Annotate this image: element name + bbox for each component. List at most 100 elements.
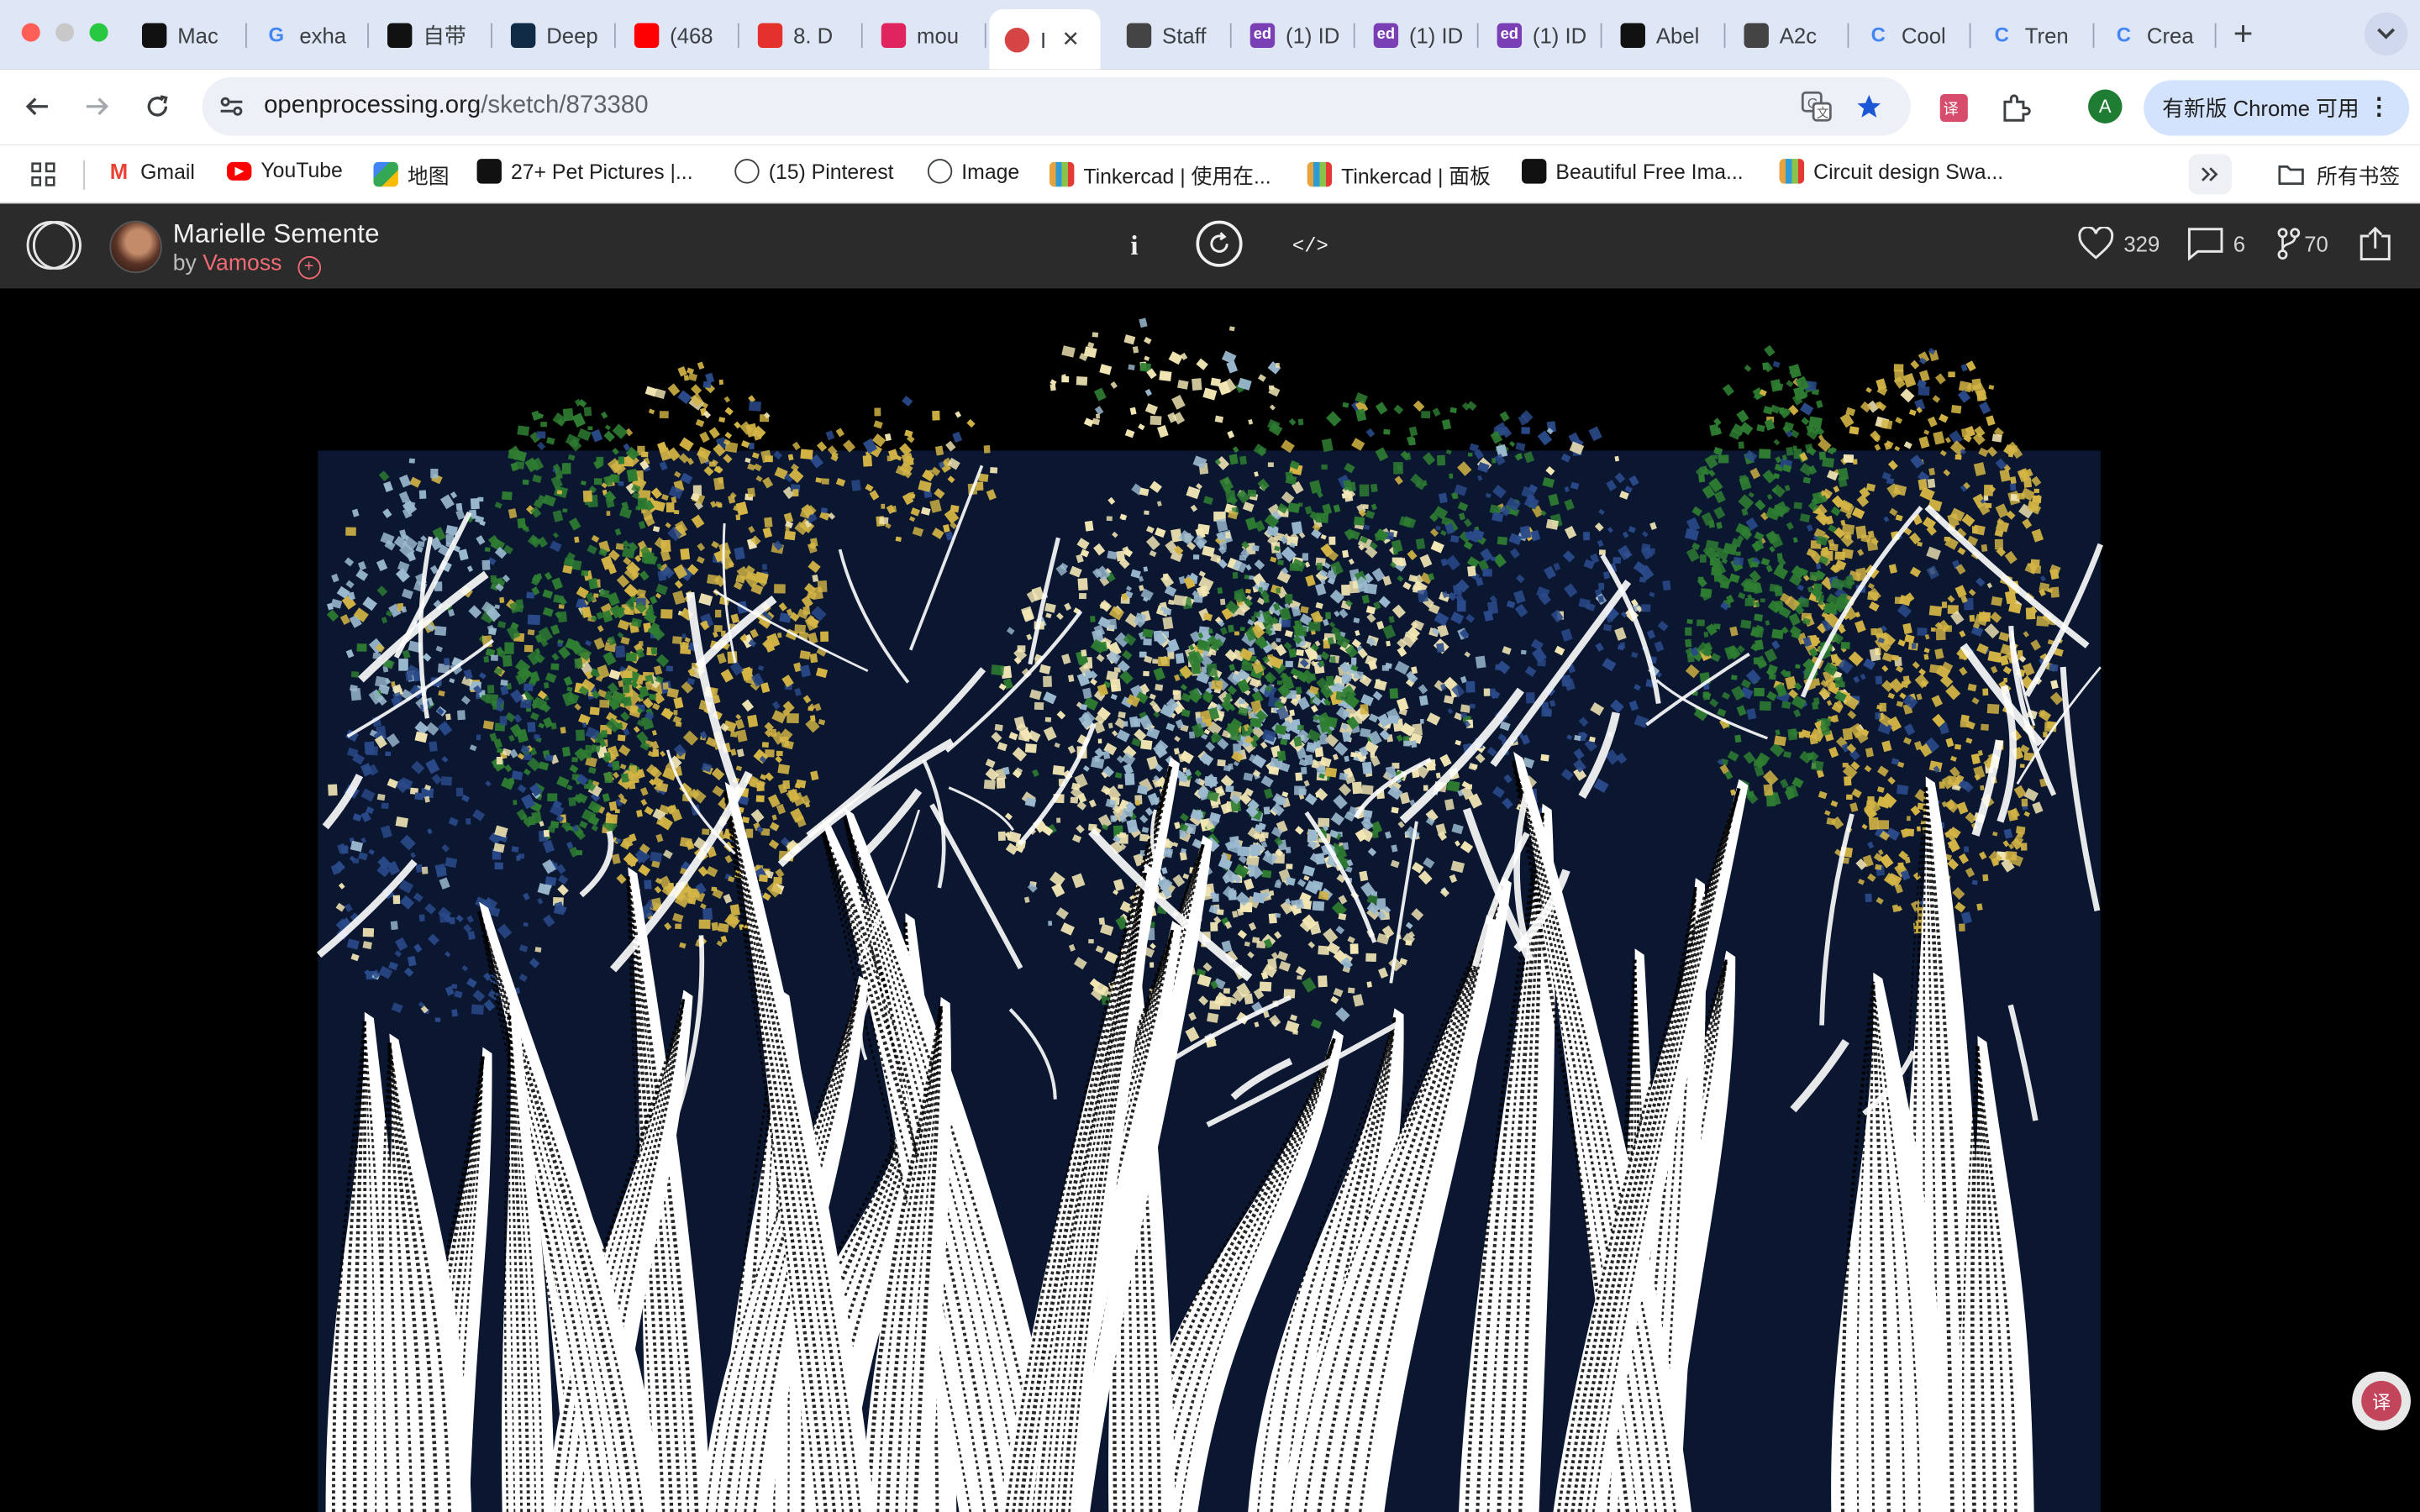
- bookmark-item[interactable]: (15) Pinterest: [734, 159, 894, 184]
- leaf-mark: [1685, 627, 1692, 636]
- leaf-mark: [1935, 627, 1946, 641]
- leaf-mark: [1895, 417, 1903, 424]
- leaf-mark: [718, 379, 723, 386]
- replay-button[interactable]: [1196, 220, 1243, 267]
- leaf-mark: [1139, 833, 1150, 842]
- leaf-mark: [596, 456, 604, 466]
- bookmark-item[interactable]: Image: [927, 159, 1019, 184]
- floating-translate-button[interactable]: 译: [2352, 1371, 2411, 1431]
- bookmark-item[interactable]: Tinkercad | 面板: [1307, 159, 1491, 190]
- browser-tab[interactable]: Mac: [136, 13, 247, 57]
- back-button[interactable]: [18, 88, 55, 125]
- leaf-mark: [809, 653, 818, 664]
- bookmark-item[interactable]: ▶ YouTube: [227, 159, 343, 182]
- close-tab-icon[interactable]: ✕: [1061, 26, 1080, 52]
- bookmark-item[interactable]: 27+ Pet Pictures |...: [476, 159, 693, 184]
- info-button[interactable]: i: [1120, 225, 1148, 265]
- bookmark-item[interactable]: Beautiful Free Ima...: [1522, 159, 1744, 184]
- tab-search-button[interactable]: [2364, 12, 2408, 56]
- bookmark-item[interactable]: 地图: [373, 159, 449, 190]
- shield-icon: [1744, 22, 1769, 48]
- author-avatar[interactable]: [109, 220, 162, 274]
- browser-tab[interactable]: mou: [875, 13, 986, 57]
- browser-tab[interactable]: C Crea: [2105, 13, 2217, 57]
- leaf-mark: [1251, 544, 1260, 552]
- more-bookmarks-button[interactable]: [2188, 154, 2232, 195]
- close-window-button[interactable]: [21, 23, 40, 42]
- browser-tab[interactable]: (468: [629, 13, 739, 57]
- browser-tab[interactable]: Gexha: [258, 13, 369, 57]
- sketch-canvas[interactable]: 译: [0, 288, 2420, 1512]
- apps-button[interactable]: [31, 162, 55, 186]
- leaf-mark: [1697, 619, 1705, 627]
- browser-tab[interactable]: I ✕: [989, 9, 1101, 70]
- url-text[interactable]: openprocessing.org/sketch/873380: [264, 92, 648, 120]
- maximize-window-button[interactable]: [89, 23, 108, 42]
- leaf-mark: [1159, 370, 1172, 381]
- share-button[interactable]: [2359, 227, 2402, 261]
- bookmark-item[interactable]: Circuit design Swa...: [1779, 159, 2003, 184]
- site-info-button[interactable]: [212, 87, 252, 127]
- translate-page-button[interactable]: G文: [1800, 90, 1833, 123]
- leaf-mark: [708, 427, 720, 439]
- like-button[interactable]: 329: [2077, 227, 2160, 260]
- browser-tab[interactable]: C Tren: [1983, 13, 2095, 57]
- follow-plus-icon[interactable]: +: [297, 255, 321, 280]
- extensions-button[interactable]: [1997, 90, 2034, 127]
- tab-title: Tren: [2024, 22, 2069, 48]
- leaf-mark: [1736, 409, 1749, 423]
- chrome-update-button[interactable]: 有新版 Chrome 可用 ⋮: [2144, 80, 2410, 136]
- leaf-mark: [683, 375, 689, 381]
- leaf-mark: [518, 853, 525, 859]
- comments-button[interactable]: 6: [2187, 227, 2245, 261]
- translate-extension-button[interactable]: 译: [1935, 90, 1972, 127]
- leaf-mark: [1754, 687, 1765, 697]
- leaf-mark: [1092, 332, 1099, 338]
- leaf-mark: [812, 586, 823, 600]
- all-bookmarks-button[interactable]: 所有书签: [2278, 159, 2400, 190]
- leaf-mark: [1588, 426, 1602, 442]
- bookmark-star-button[interactable]: [1852, 90, 1886, 123]
- browser-tab[interactable]: 自带: [381, 13, 492, 57]
- leaf-mark: [1834, 551, 1846, 560]
- address-bar[interactable]: openprocessing.org/sketch/873380 G文: [202, 76, 1911, 136]
- leaf-mark: [1349, 943, 1359, 954]
- generative-artwork[interactable]: [0, 288, 2420, 1512]
- forks-button[interactable]: 70: [2276, 227, 2328, 260]
- browser-tab[interactable]: Abel: [1614, 13, 1726, 57]
- browser-tab[interactable]: ed (1) ID: [1367, 13, 1479, 57]
- leaf-mark: [1795, 664, 1801, 669]
- leaf-mark: [673, 710, 678, 716]
- bookmark-item[interactable]: Tinkercad | 使用在...: [1049, 159, 1271, 190]
- leaf-mark: [1286, 864, 1293, 869]
- profile-avatar[interactable]: A: [2088, 89, 2123, 123]
- minimize-window-button[interactable]: [55, 23, 75, 42]
- browser-tab[interactable]: Deep: [505, 13, 616, 57]
- leaf-mark: [641, 451, 649, 458]
- browser-tab[interactable]: C Cool: [1860, 13, 1971, 57]
- leaf-mark: [1467, 453, 1473, 457]
- leaf-mark: [662, 682, 669, 690]
- reload-button[interactable]: [139, 88, 176, 125]
- leaf-mark: [562, 508, 568, 513]
- author-link[interactable]: Vamoss: [203, 251, 281, 276]
- leaf-mark: [686, 367, 695, 375]
- browser-tab[interactable]: A2c: [1738, 13, 1849, 57]
- browser-tab[interactable]: 8. D: [751, 13, 863, 57]
- bookmark-item[interactable]: M Gmail: [107, 159, 195, 183]
- leaf-mark: [1735, 551, 1741, 556]
- leaf-mark: [440, 776, 453, 786]
- leaf-mark: [1865, 386, 1872, 394]
- browser-tab[interactable]: ed (1) ID: [1244, 13, 1355, 57]
- leaf-mark: [1155, 684, 1164, 691]
- browser-tab[interactable]: Staff: [1120, 13, 1232, 57]
- browser-tab[interactable]: ed (1) ID: [1491, 13, 1602, 57]
- leaf-mark: [1520, 649, 1527, 655]
- code-button[interactable]: </>: [1291, 225, 1331, 265]
- openprocessing-logo-icon[interactable]: [24, 218, 83, 273]
- new-tab-button[interactable]: +: [2233, 14, 2254, 55]
- forward-button[interactable]: [79, 88, 116, 125]
- leaf-mark: [1916, 826, 1921, 832]
- leaf-mark: [1234, 843, 1239, 848]
- leaf-mark: [2050, 586, 2060, 598]
